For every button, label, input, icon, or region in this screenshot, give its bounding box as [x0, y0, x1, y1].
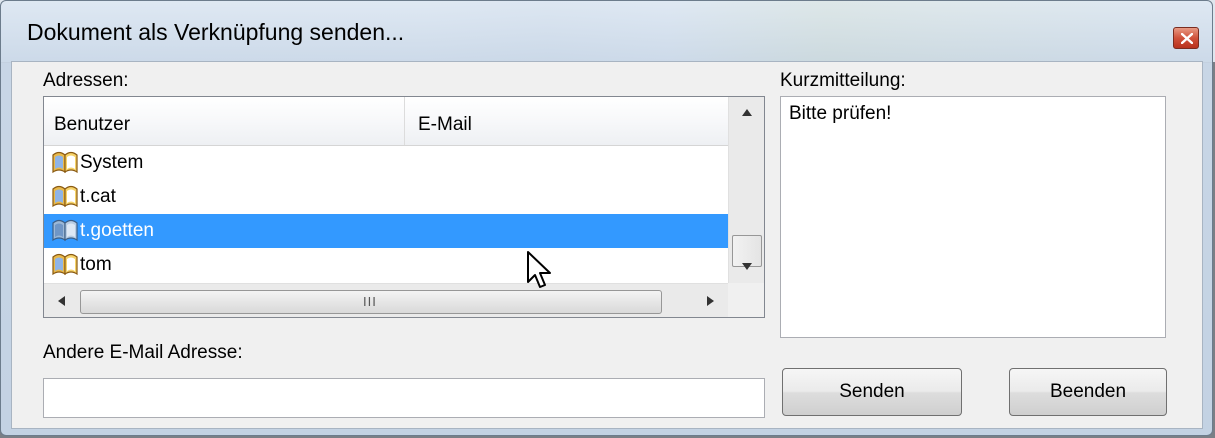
column-header-email[interactable]: E-Mail: [405, 97, 728, 145]
message-textarea[interactable]: Bitte prüfen!: [780, 96, 1166, 338]
list-item[interactable]: tom: [44, 248, 728, 282]
list-item-user: t.goetten: [80, 220, 154, 241]
list-header: Benutzer E-Mail: [44, 97, 728, 146]
send-button[interactable]: Senden: [782, 368, 962, 416]
message-label: Kurzmitteilung:: [780, 70, 906, 91]
scroll-grip: III: [363, 294, 377, 309]
list-item-user: System: [80, 152, 144, 173]
mouse-pointer-icon: [527, 251, 551, 288]
close-button[interactable]: [1173, 27, 1199, 49]
quit-button[interactable]: Beenden: [1009, 368, 1167, 416]
arrow-right-icon: [707, 296, 714, 306]
addresses-label: Adressen:: [43, 70, 129, 91]
title-bar[interactable]: Dokument als Verknüpfung senden...: [1, 1, 1212, 61]
arrow-left-icon: [58, 296, 65, 306]
other-email-input[interactable]: [43, 378, 765, 418]
arrow-down-icon: [742, 263, 752, 270]
list-item[interactable]: t.cat: [44, 180, 728, 214]
scroll-up-button[interactable]: [729, 97, 764, 129]
other-email-label: Andere E-Mail Adresse:: [43, 342, 243, 363]
list-item-user: tom: [80, 254, 112, 275]
address-book-icon: [52, 219, 78, 242]
address-book-icon: [52, 151, 78, 174]
list-item-selected[interactable]: t.goetten: [44, 214, 728, 248]
address-list[interactable]: Benutzer E-Mail System t.cat t.goetten t…: [43, 96, 765, 318]
horizontal-scrollbar[interactable]: III: [44, 283, 764, 317]
scroll-right-button[interactable]: [692, 285, 728, 317]
scroll-left-button[interactable]: [44, 285, 80, 317]
address-book-icon: [52, 185, 78, 208]
list-item[interactable]: System: [44, 146, 728, 180]
list-item-user: t.cat: [80, 186, 116, 207]
column-header-user[interactable]: Benutzer: [44, 97, 405, 145]
scroll-down-button[interactable]: [729, 251, 764, 283]
dialog-window: Dokument als Verknüpfung senden... Adres…: [0, 0, 1213, 436]
scrollbar-corner: [728, 283, 764, 317]
window-title: Dokument als Verknüpfung senden...: [27, 19, 405, 45]
arrow-up-icon: [742, 109, 752, 116]
close-icon: [1181, 33, 1193, 44]
dialog-client-area: Adressen: Benutzer E-Mail System t.cat t…: [11, 61, 1203, 429]
vertical-scrollbar[interactable]: [728, 97, 764, 283]
address-book-icon: [52, 253, 78, 276]
horizontal-scroll-thumb[interactable]: III: [80, 290, 662, 314]
